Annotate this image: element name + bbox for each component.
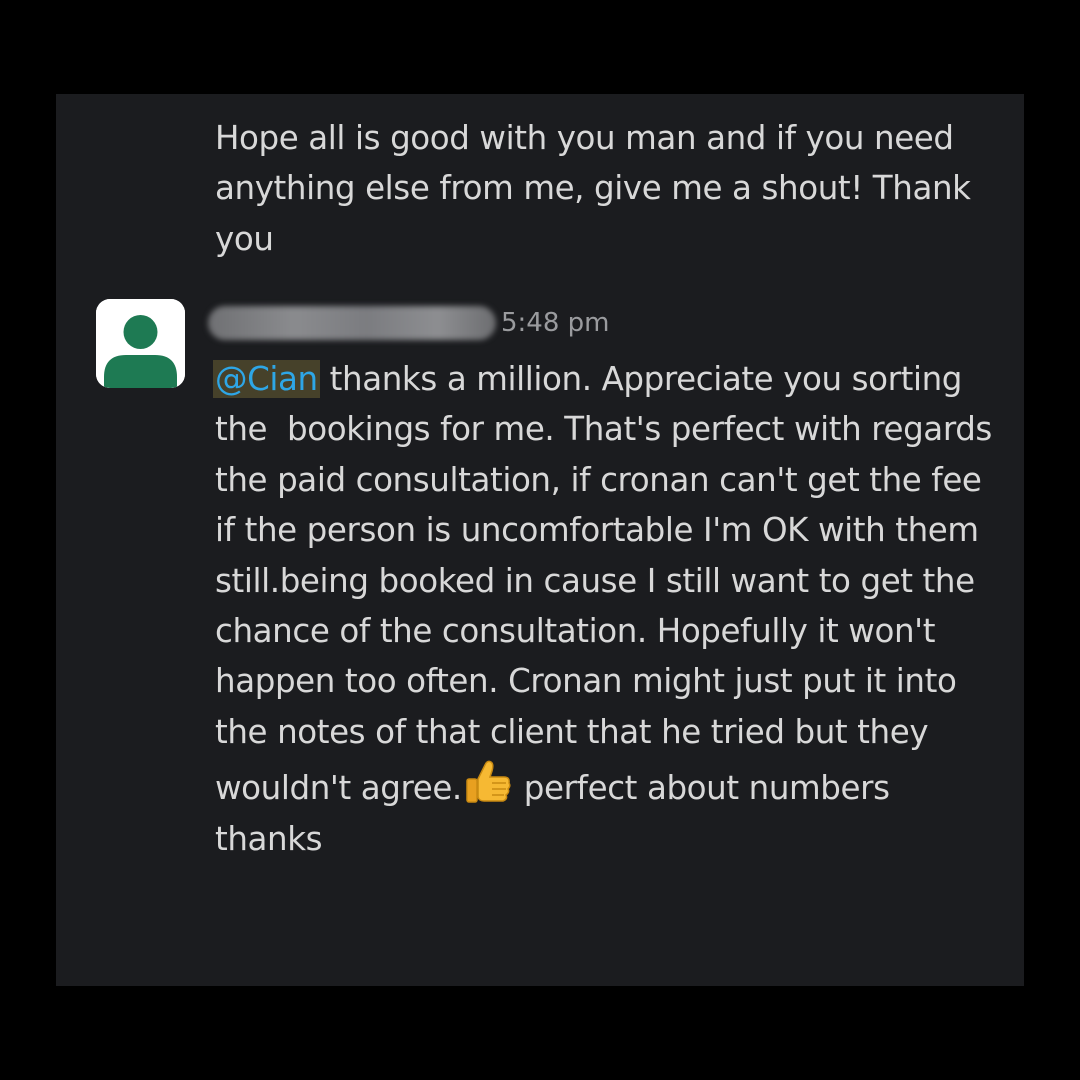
person-silhouette-icon	[96, 299, 185, 388]
message-text-part1: thanks a million. Appreciate you sorting…	[215, 360, 1002, 808]
chat-panel: Hope all is good with you man and if you…	[56, 94, 1024, 986]
sender-name-redacted[interactable]	[208, 306, 496, 340]
user-mention[interactable]: @Cian	[213, 360, 320, 398]
message-body: @Cian thanks a million. Appreciate you s…	[213, 354, 1005, 864]
message-timestamp[interactable]: 5:48 pm	[501, 306, 609, 340]
user-avatar-icon[interactable]	[96, 299, 185, 388]
previous-message-text: Hope all is good with you man and if you…	[215, 119, 981, 258]
thumbs-up-emoji-icon	[466, 760, 511, 803]
